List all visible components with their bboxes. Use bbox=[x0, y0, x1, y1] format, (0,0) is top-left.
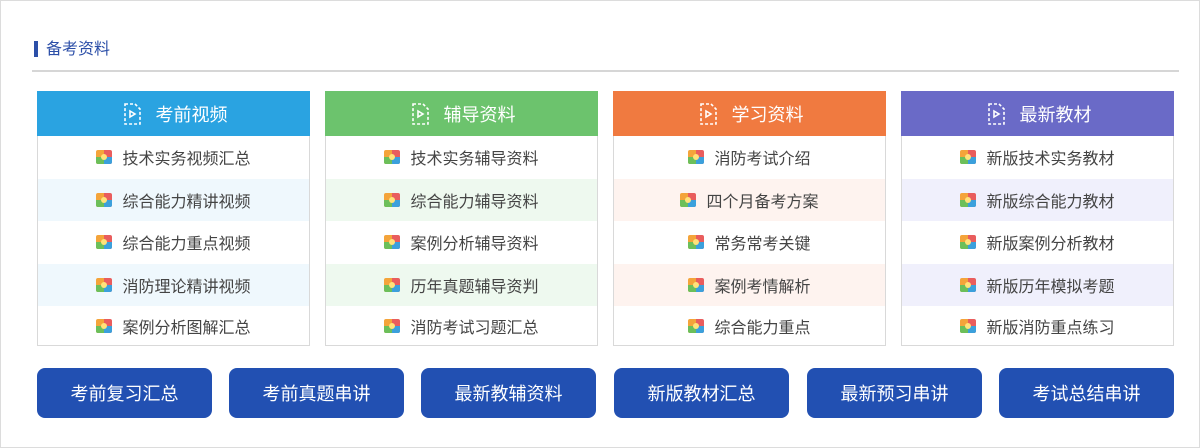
latest-tutoring-button[interactable]: 最新教辅资料 bbox=[421, 368, 596, 418]
video-file-icon bbox=[699, 102, 717, 125]
panel-title: 考前视频 bbox=[155, 104, 228, 126]
panel-title: 学习资料 bbox=[731, 104, 804, 126]
latest-preview-button[interactable]: 最新预习串讲 bbox=[807, 368, 982, 418]
photo-icon bbox=[688, 277, 705, 292]
photo-icon bbox=[688, 150, 705, 165]
list-item[interactable]: 历年真题辅导资判 bbox=[326, 263, 597, 306]
photo-icon bbox=[384, 235, 401, 250]
panel-list: 消防考试介绍 四个月备考方案 常务常考关键 案例考情解析 综合能力重点 bbox=[614, 136, 885, 346]
exam-review-summary-button[interactable]: 考前复习汇总 bbox=[37, 368, 212, 418]
content-frame: 备考资料 考前视频 技术实务视频汇总 综合能力精讲视频 综合能力重点视频 消防理… bbox=[0, 0, 1200, 448]
list-item[interactable]: 消防考试介绍 bbox=[614, 136, 885, 179]
panel-list: 技术实务辅导资料 综合能力辅导资料 案例分析辅导资料 历年真题辅导资判 消防考试… bbox=[326, 136, 597, 346]
list-item[interactable]: 四个月备考方案 bbox=[614, 178, 885, 221]
video-file-icon bbox=[987, 102, 1005, 125]
list-item[interactable]: 案例分析辅导资料 bbox=[326, 221, 597, 264]
photo-icon bbox=[960, 150, 977, 165]
panel-list: 新版技术实务教材 新版综合能力教材 新版案例分析教材 新版历年模拟考题 新版消防… bbox=[902, 136, 1173, 346]
list-item[interactable]: 综合能力重点 bbox=[614, 306, 885, 346]
section-title: 备考资料 bbox=[34, 39, 110, 59]
photo-icon bbox=[384, 192, 401, 207]
list-item[interactable]: 案例分析图解汇总 bbox=[38, 306, 309, 346]
panel-title: 最新教材 bbox=[1019, 104, 1092, 126]
list-item[interactable]: 常务常考关键 bbox=[614, 221, 885, 264]
photo-icon bbox=[680, 192, 697, 207]
list-item[interactable]: 新版案例分析教材 bbox=[902, 221, 1173, 264]
panel-exam-videos: 考前视频 技术实务视频汇总 综合能力精讲视频 综合能力重点视频 消防理论精讲视频… bbox=[37, 91, 310, 346]
video-file-icon bbox=[411, 102, 429, 125]
past-exam-lecture-button[interactable]: 考前真题串讲 bbox=[229, 368, 404, 418]
panel-list: 技术实务视频汇总 综合能力精讲视频 综合能力重点视频 消防理论精讲视频 案例分析… bbox=[38, 136, 309, 346]
photo-icon bbox=[96, 192, 113, 207]
exam-summary-lecture-button[interactable]: 考试总结串讲 bbox=[999, 368, 1174, 418]
photo-icon bbox=[384, 277, 401, 292]
list-item[interactable]: 技术实务辅导资料 bbox=[326, 136, 597, 179]
list-item[interactable]: 技术实务视频汇总 bbox=[38, 136, 309, 179]
title-bar-accent bbox=[34, 41, 38, 57]
photo-icon bbox=[96, 277, 113, 292]
list-item[interactable]: 案例考情解析 bbox=[614, 263, 885, 306]
panel-latest-textbooks: 最新教材 新版技术实务教材 新版综合能力教材 新版案例分析教材 新版历年模拟考题… bbox=[901, 91, 1174, 346]
list-item[interactable]: 综合能力辅导资料 bbox=[326, 178, 597, 221]
list-item[interactable]: 新版综合能力教材 bbox=[902, 178, 1173, 221]
new-textbook-summary-button[interactable]: 新版教材汇总 bbox=[614, 368, 789, 418]
panel-header[interactable]: 最新教材 bbox=[901, 91, 1174, 136]
panel-title: 辅导资料 bbox=[443, 104, 516, 126]
photo-icon bbox=[384, 150, 401, 165]
photo-icon bbox=[960, 277, 977, 292]
section-title-text: 备考资料 bbox=[46, 39, 111, 58]
panel-tutoring-materials: 辅导资料 技术实务辅导资料 综合能力辅导资料 案例分析辅导资料 历年真题辅导资判… bbox=[325, 91, 598, 346]
photo-icon bbox=[688, 319, 705, 333]
photo-icon bbox=[96, 150, 113, 165]
photo-icon bbox=[960, 319, 977, 333]
photo-icon bbox=[960, 235, 977, 250]
list-item[interactable]: 综合能力重点视频 bbox=[38, 221, 309, 264]
photo-icon bbox=[960, 192, 977, 207]
list-item[interactable]: 消防理论精讲视频 bbox=[38, 263, 309, 306]
list-item[interactable]: 消防考试习题汇总 bbox=[326, 306, 597, 346]
list-item[interactable]: 新版技术实务教材 bbox=[902, 136, 1173, 179]
section-divider bbox=[32, 70, 1179, 72]
panel-header[interactable]: 辅导资料 bbox=[325, 91, 598, 136]
panel-header[interactable]: 学习资料 bbox=[613, 91, 886, 136]
photo-icon bbox=[384, 319, 401, 333]
photo-icon bbox=[688, 235, 705, 250]
panel-header[interactable]: 考前视频 bbox=[37, 91, 310, 136]
list-item[interactable]: 新版历年模拟考题 bbox=[902, 263, 1173, 306]
photo-icon bbox=[96, 319, 113, 333]
photo-icon bbox=[96, 235, 113, 250]
list-item[interactable]: 新版消防重点练习 bbox=[902, 306, 1173, 346]
video-file-icon bbox=[123, 102, 141, 125]
panel-study-materials: 学习资料 消防考试介绍 四个月备考方案 常务常考关键 案例考情解析 综合能力重点 bbox=[613, 91, 886, 346]
list-item[interactable]: 综合能力精讲视频 bbox=[38, 178, 309, 221]
